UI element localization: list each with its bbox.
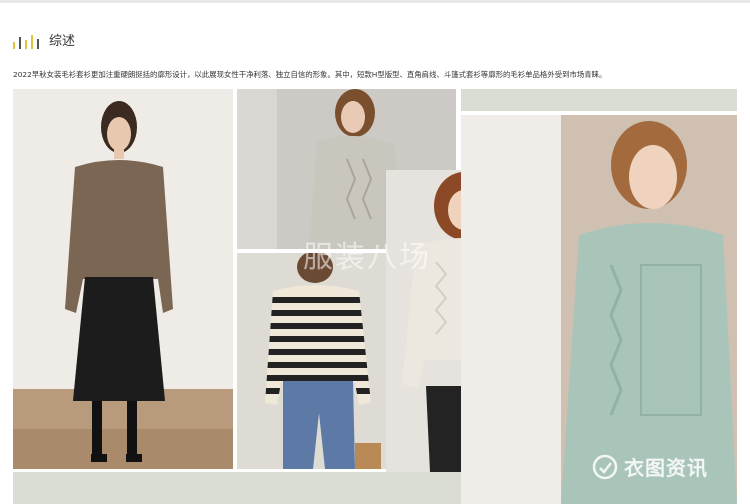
watermark-text: 服装八场 <box>303 240 431 275</box>
intro-text: 2022早秋女装毛衫套衫更加注重硬朗挺括的廓形设计，以此展现女性干净利落、独立自… <box>13 70 607 79</box>
badge-logo-icon <box>592 454 618 479</box>
badge-text: 衣图资讯 <box>624 456 708 480</box>
bar-2 <box>19 37 21 49</box>
photo-mint-sweater <box>461 115 737 504</box>
top-border <box>0 0 750 3</box>
photo-mint-sweater-art <box>461 115 737 504</box>
bar-1 <box>13 42 15 49</box>
bars-icon <box>13 35 39 49</box>
top-right-band <box>461 89 737 111</box>
watermark-badge: 衣图资讯 <box>592 452 708 481</box>
bar-3 <box>25 39 27 49</box>
bar-4 <box>31 35 33 49</box>
photo-brown-sweater-art <box>13 101 233 469</box>
bar-5 <box>37 39 39 49</box>
section-header: 综述 <box>13 31 75 49</box>
photo-brown-sweater <box>13 89 233 469</box>
section-title: 综述 <box>49 34 76 49</box>
